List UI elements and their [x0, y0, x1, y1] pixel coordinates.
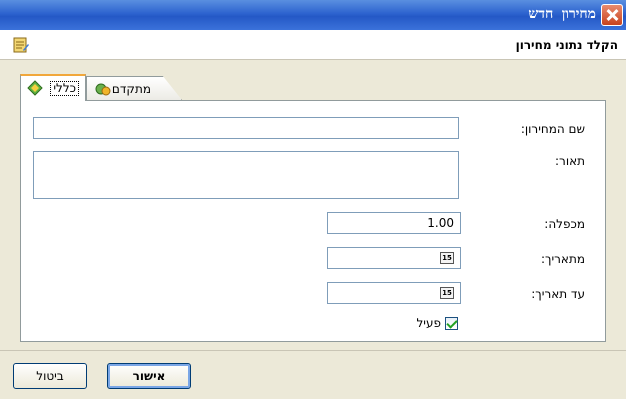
name-label: שם המחירון: [520, 122, 585, 136]
multiplier-value: 1.00 [427, 216, 454, 230]
description-label: תאור: [555, 154, 585, 168]
price-list-dialog: מחירון חדש הקלד נתוני מחירון מתקדם כללי … [0, 0, 626, 399]
header-strip: הקלד נתוני מחירון [0, 30, 626, 60]
window-title: מחירון חדש [528, 6, 596, 22]
tab-advanced-label: מתקדם [111, 82, 151, 96]
calendar-icon[interactable]: 15 [440, 252, 454, 264]
description-textarea[interactable] [33, 151, 459, 199]
calendar-icon[interactable]: 15 [440, 287, 454, 299]
to-date-picker[interactable]: 15 [327, 282, 461, 304]
tab-general-label: כללי [50, 81, 79, 96]
diamond-icon [27, 80, 43, 96]
close-icon[interactable] [601, 4, 623, 26]
footer-divider [0, 350, 626, 351]
multiplier-input[interactable]: 1.00 [327, 212, 461, 234]
active-checkbox[interactable] [445, 317, 458, 330]
general-tab-panel: שם המחירון: תאור: מכפלה: 1.00 מתאריך: 15… [20, 100, 606, 342]
header-title: הקלד נתוני מחירון [515, 38, 618, 52]
from-date-picker[interactable]: 15 [327, 247, 461, 269]
gear-puzzle-icon [95, 83, 111, 96]
title-bar[interactable]: מחירון חדש [0, 0, 626, 30]
cancel-button[interactable]: ביטול [13, 363, 87, 389]
ok-button[interactable]: אישור [107, 363, 191, 389]
price-list-name-input[interactable] [33, 117, 459, 139]
active-label: פעיל [416, 316, 441, 330]
to-date-label: עד תאריך: [531, 287, 585, 301]
tab-advanced[interactable]: מתקדם [86, 76, 182, 100]
edit-note-icon [13, 37, 29, 53]
multiplier-label: מכפלה: [544, 217, 585, 231]
tab-general[interactable]: כללי [20, 74, 86, 101]
from-date-label: מתאריך: [540, 252, 585, 266]
